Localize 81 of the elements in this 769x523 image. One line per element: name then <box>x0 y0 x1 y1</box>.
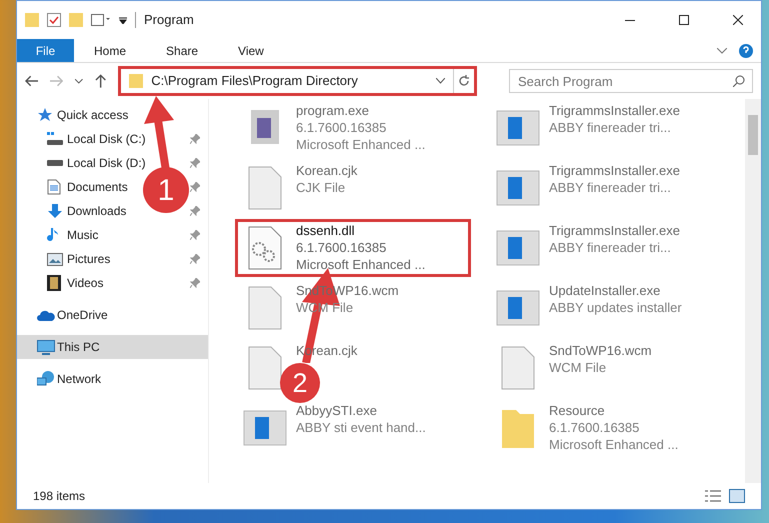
recent-locations-icon[interactable] <box>75 78 83 84</box>
film-icon <box>47 275 61 291</box>
refresh-icon[interactable] <box>458 75 470 87</box>
search-field[interactable]: Search Program <box>509 69 753 93</box>
star-icon <box>37 107 53 123</box>
application-icon <box>496 170 540 206</box>
dropdown-icon <box>119 16 127 24</box>
sidebar-item[interactable]: Music <box>47 226 98 244</box>
properties-icon <box>91 14 111 26</box>
folder-icon <box>129 74 144 88</box>
drive-icon <box>47 160 63 166</box>
sidebar-item[interactable]: Network <box>37 370 102 388</box>
folder-icon <box>25 13 39 27</box>
file-detail: 6.1.7600.16385 <box>296 239 388 256</box>
checklist-icon <box>47 13 61 27</box>
drive-icon <box>47 132 63 146</box>
file-icon <box>500 345 536 391</box>
file-detail: Microsoft Enhanced ... <box>296 136 426 153</box>
up-icon[interactable] <box>94 74 106 88</box>
sidebar-item[interactable]: Local Disk (C:) <box>47 130 146 148</box>
file-name: Korean.cjk <box>296 162 358 179</box>
ribbon-tab[interactable]: View <box>218 39 284 62</box>
document-icon <box>47 179 61 195</box>
large-icons-view-icon[interactable] <box>729 489 745 503</box>
file-name: AbbyySTI.exe <box>296 402 378 419</box>
chevron-down-icon <box>436 78 446 84</box>
sidebar-item[interactable]: Local Disk (D:) <box>47 154 146 172</box>
sidebar-item[interactable]: Documents <box>47 178 128 196</box>
file-icon <box>247 165 283 211</box>
ribbon-tab[interactable]: File <box>17 39 74 62</box>
gear-file-icon <box>247 225 283 271</box>
network-icon <box>37 371 55 387</box>
sidebar-item[interactable]: Downloads <box>47 202 126 220</box>
file-detail: 6.1.7600.16385 <box>549 419 640 436</box>
file-detail: 6.1.7600.16385 <box>296 119 388 136</box>
back-icon[interactable] <box>25 75 38 87</box>
ribbon-tab[interactable]: Share <box>146 39 218 62</box>
sidebar-item[interactable]: Pictures <box>47 250 110 268</box>
file-item[interactable]: dssenh.dll 6.1.7600.16385 Microsoft Enhanced ... <box>235 219 471 277</box>
file-detail: ABBY finereader tri... <box>549 239 672 256</box>
cloud-icon <box>37 309 55 321</box>
file-name: program.exe <box>296 102 370 119</box>
application-icon <box>496 110 540 146</box>
file-detail: Microsoft Enhanced ... <box>549 436 678 453</box>
details-view-icon[interactable] <box>705 489 721 503</box>
file-name: Resource <box>549 402 606 419</box>
item-count: 198 items <box>33 488 86 505</box>
download-icon <box>47 203 63 219</box>
file-icon <box>247 345 283 391</box>
application-icon <box>243 410 287 446</box>
file-detail: ABBY sti event hand... <box>296 419 426 436</box>
window-title: Program <box>144 11 194 30</box>
file-name: dssenh.dll <box>296 222 356 239</box>
ribbon-tab[interactable]: Home <box>74 39 146 62</box>
file-icon <box>247 285 283 331</box>
file-name: SndToWP16.wcm <box>549 342 652 359</box>
close-icon <box>733 15 743 25</box>
file-detail: WCM File <box>549 359 608 376</box>
file-detail: ABBY finereader tri... <box>549 179 672 196</box>
sidebar-item[interactable]: Videos <box>47 274 104 292</box>
help-icon[interactable] <box>739 44 753 58</box>
sidebar-item[interactable]: Quick access <box>37 106 128 124</box>
picture-icon <box>47 252 63 266</box>
file-name: TrigrammsInstaller.exe <box>549 102 680 119</box>
folder-icon <box>69 13 83 27</box>
file-detail: ABBY finereader tri... <box>549 119 672 136</box>
file-name: UpdateInstaller.exe <box>549 282 662 299</box>
computer-icon <box>37 340 55 354</box>
file-detail: Microsoft Enhanced ... <box>296 256 426 273</box>
file-detail: ABBY updates installer <box>549 299 682 316</box>
sidebar-item[interactable]: OneDrive <box>37 306 108 324</box>
file-detail: CJK File <box>296 179 346 196</box>
sidebar-item[interactable]: This PC <box>37 338 100 356</box>
file-name: TrigrammsInstaller.exe <box>549 222 680 239</box>
file-name: TrigrammsInstaller.exe <box>549 162 680 179</box>
maximize-icon <box>679 15 689 25</box>
address-bar[interactable]: C:\Program Files\Program Directory <box>118 66 478 96</box>
chevron-down-icon <box>717 48 727 54</box>
application-icon <box>496 230 540 266</box>
application-icon <box>496 290 540 326</box>
search-icon <box>733 75 745 87</box>
